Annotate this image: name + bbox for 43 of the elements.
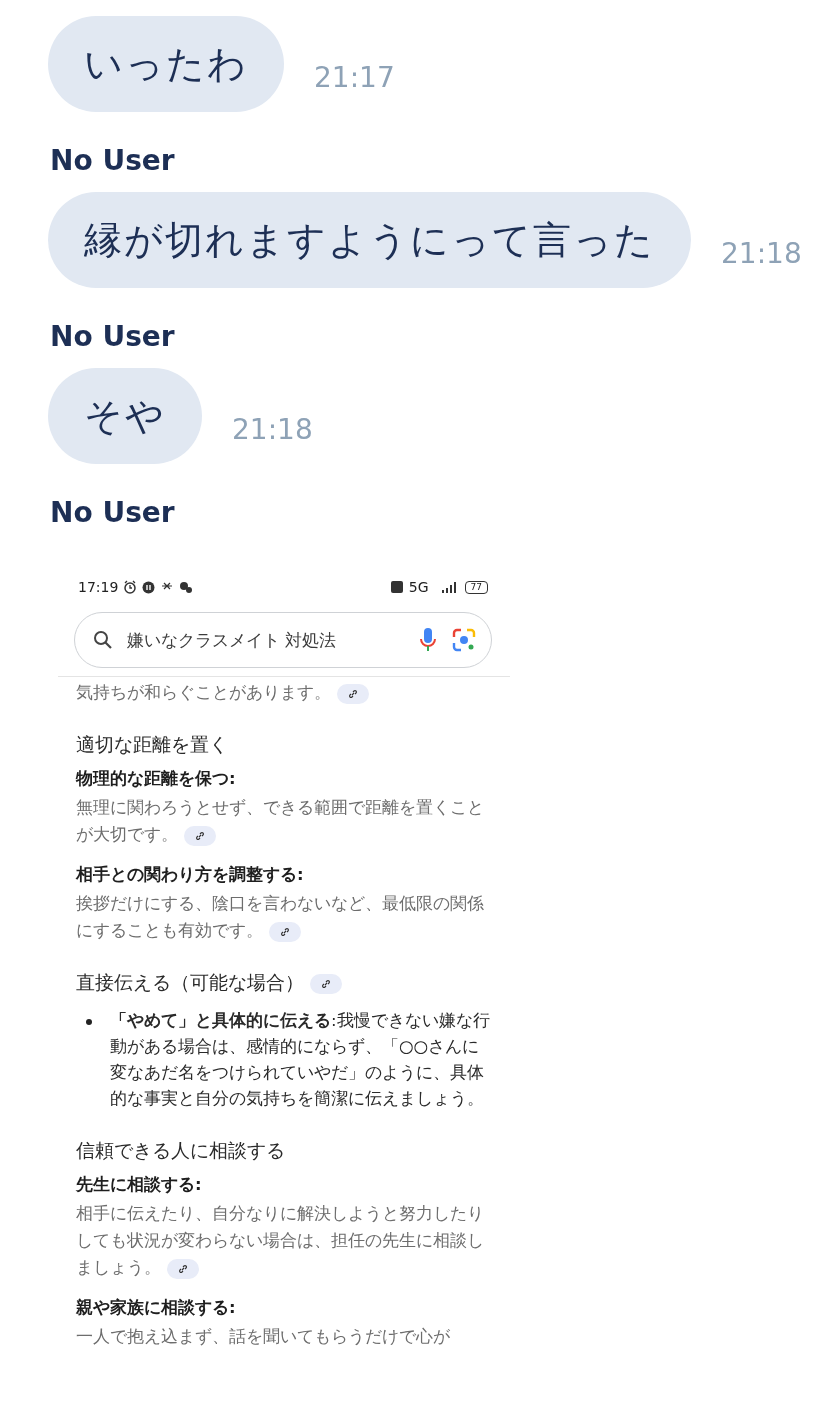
answer-paragraph: 一人で抱え込まず、話を聞いてもらうだけで心が — [76, 1326, 451, 1348]
message-bubble: 縁が切れますようにって言った — [48, 192, 691, 288]
search-icon — [93, 630, 113, 650]
subheading: 親や家族に相談する: — [76, 1297, 237, 1319]
link-icon — [280, 926, 290, 937]
link-icon — [321, 978, 331, 989]
sender-name: No User — [50, 320, 176, 354]
answer-paragraph: 無理に関わろうとせず、できる範囲で距離を置くことが大切です。 — [76, 797, 485, 848]
bullet-text: 「やめて」と具体的に伝える:我慢できない嫌な行動がある場合は、感情的にならず、「○○さんに変なあだ名をつけられていやだ」のように、具体的な事実と自分の気持ちを簡潔に伝えましょう。 — [110, 1010, 490, 1110]
subheading: 相手との関わり方を調整する: — [76, 864, 305, 886]
citation-link[interactable] — [184, 825, 216, 846]
link-icon — [195, 830, 205, 841]
citation-link[interactable] — [269, 921, 301, 942]
sender-name: No User — [50, 496, 176, 530]
section-heading: 信頼できる人に相談する — [76, 1138, 286, 1163]
battery-indicator: 77 — [464, 580, 488, 594]
citation-link[interactable] — [310, 973, 342, 994]
camera-lens-icon[interactable] — [451, 627, 477, 653]
bullet-icon — [86, 1019, 92, 1025]
section-heading: 適切な距離を置く — [76, 732, 229, 757]
message-time: 21:17 — [314, 61, 395, 94]
alarm-icon — [123, 580, 138, 594]
message-time: 21:18 — [232, 413, 313, 446]
notification-icon — [179, 580, 194, 594]
search-query: 嫌いなクラスメイト 対処法 — [127, 628, 338, 652]
answer-paragraph: 気持ちが和らぐことがあります。 — [76, 679, 490, 706]
answer-paragraph: 挨拶だけにする、陰口を言わないなど、最低限の関係にすることも有効です。 — [76, 893, 485, 944]
section-heading: 直接伝える（可能な場合） — [76, 968, 490, 996]
link-icon — [178, 1263, 188, 1274]
subheading: 先生に相談する: — [76, 1174, 203, 1196]
microphone-icon[interactable] — [419, 627, 437, 653]
message-bubble: そや — [48, 368, 202, 464]
message-bubble: いったわ — [48, 16, 284, 112]
citation-link[interactable] — [167, 1258, 199, 1279]
app-icon — [142, 580, 156, 594]
message-time: 21:18 — [721, 237, 802, 270]
subheading: 物理的な距離を保つ: — [76, 768, 237, 790]
network-label: 5G — [408, 579, 429, 595]
citation-link[interactable] — [337, 683, 369, 704]
sender-name: No User — [50, 144, 176, 178]
status-time: 17:19 — [78, 579, 119, 595]
link-icon — [348, 688, 358, 699]
answer-paragraph: 相手に伝えたり、自分なりに解決しようと努力したりしても状況が変わらない場合は、担任の先生に相談しましょう。 — [76, 1203, 485, 1281]
